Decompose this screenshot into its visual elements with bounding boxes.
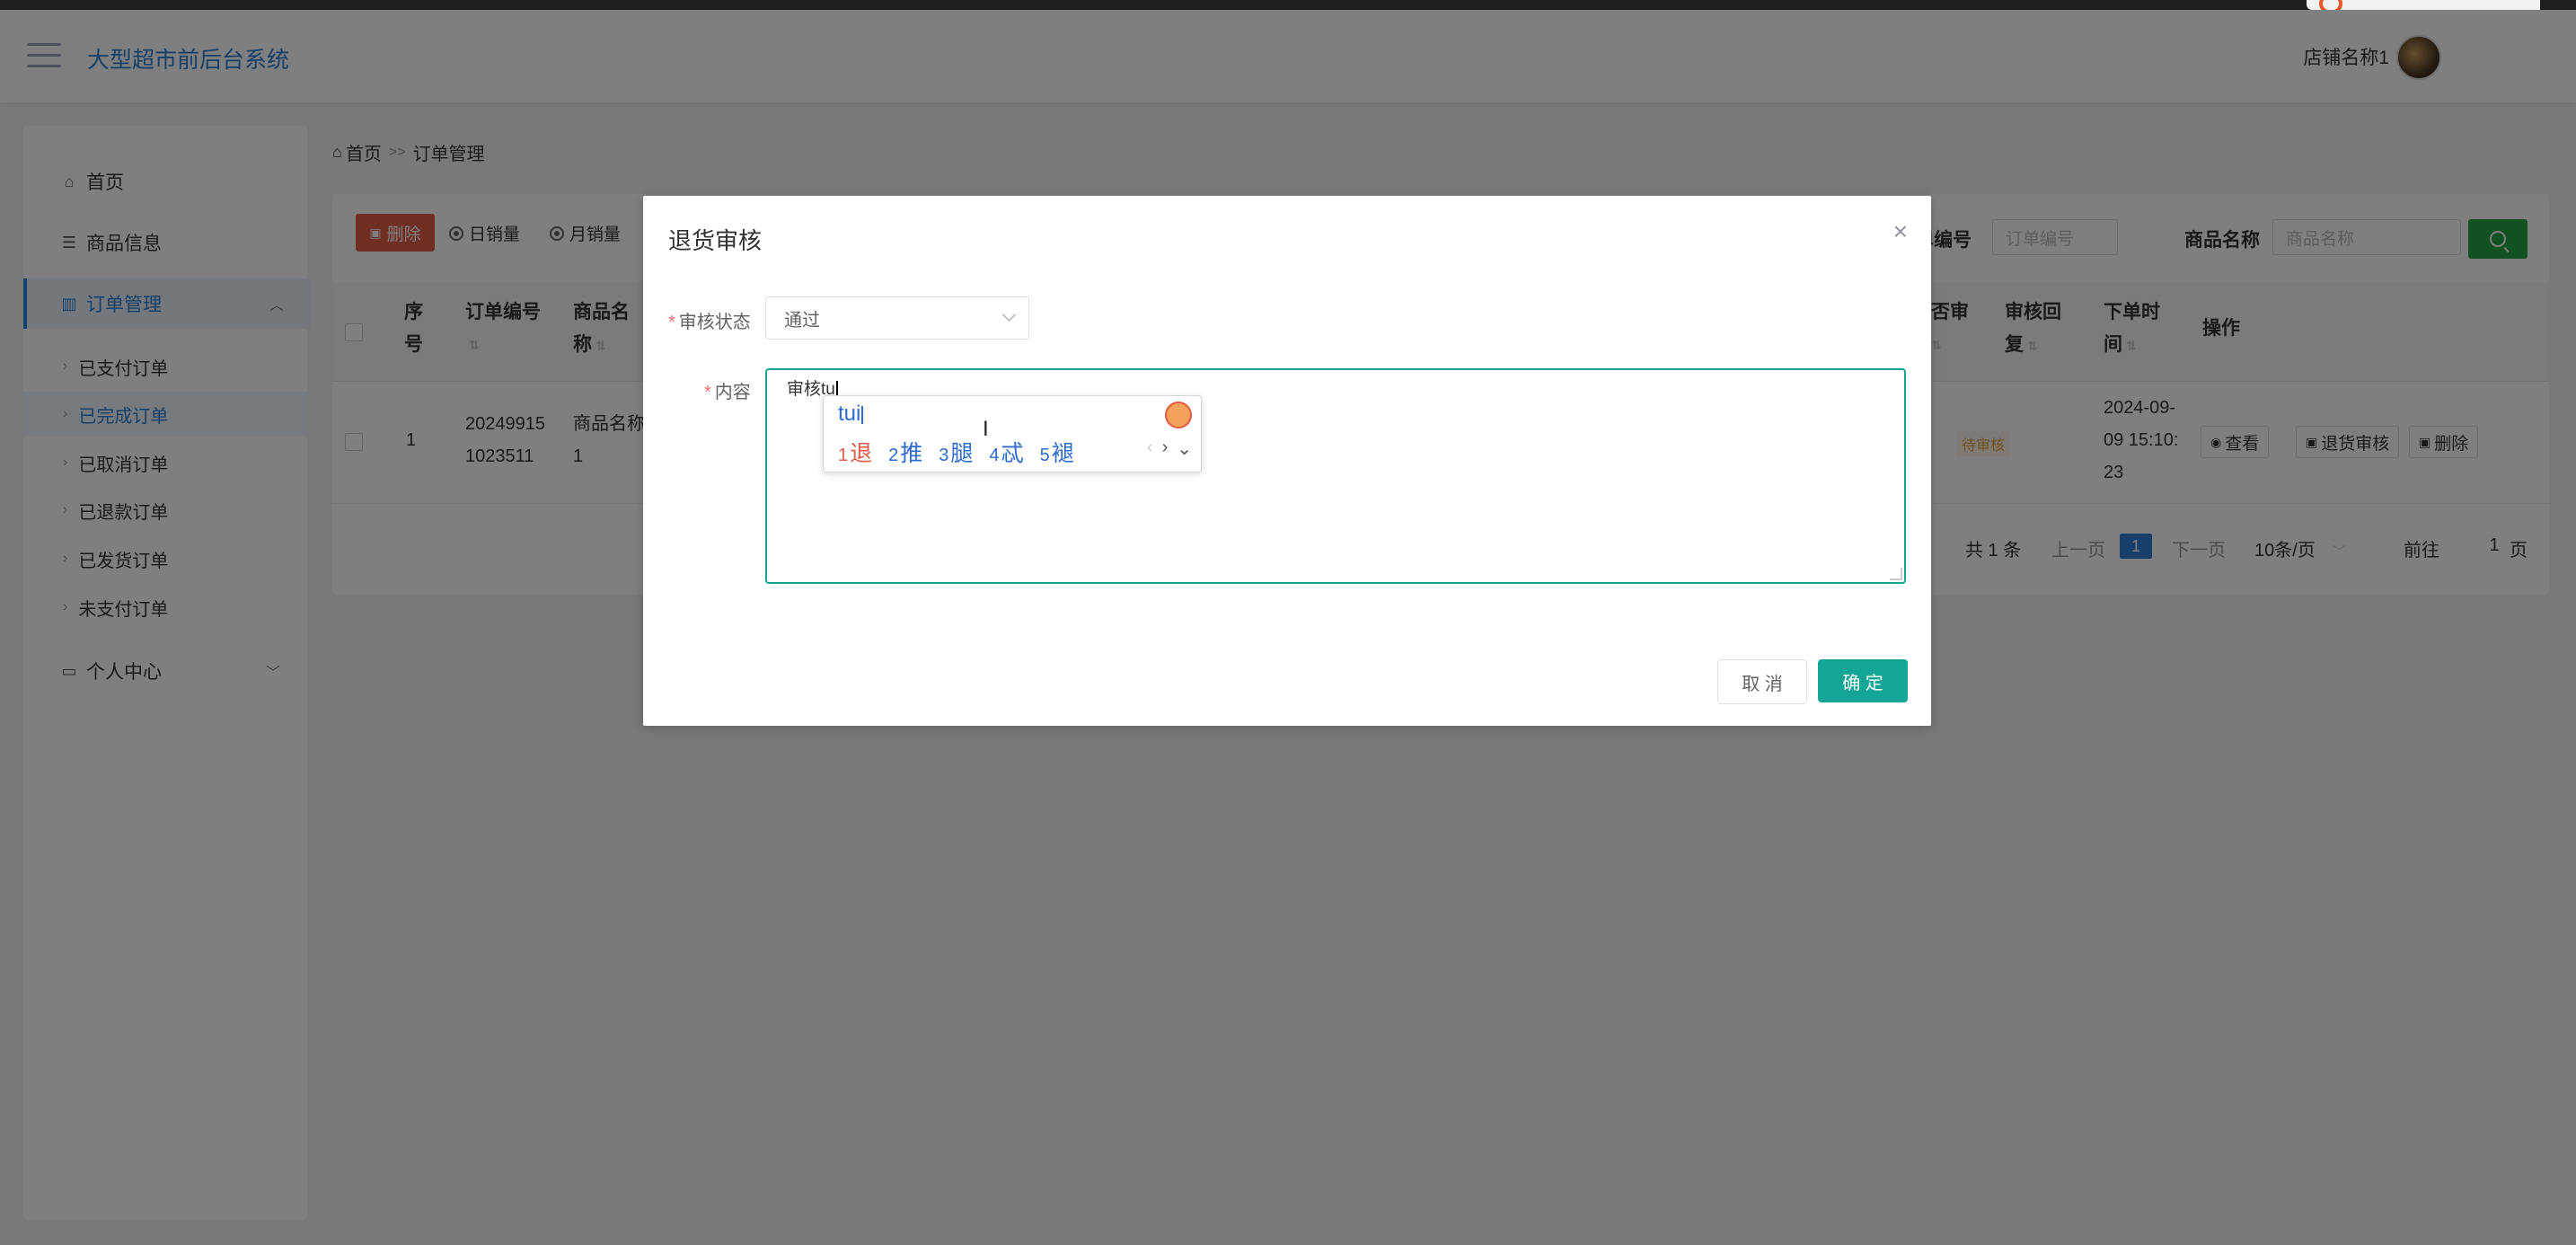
ime-candidate[interactable]: 4忒 <box>989 436 1023 468</box>
status-field-label: * 审核状态 <box>668 307 751 333</box>
cancel-button[interactable]: 取 消 <box>1717 659 1807 704</box>
ime-pinyin: tui <box>838 402 864 427</box>
candidate-char: 推 <box>900 441 923 466</box>
candidate-number: 5 <box>1039 446 1050 465</box>
candidate-number: 1 <box>838 446 849 465</box>
ime-candidate-popup: tui 1退 2推 3腿 4忒 5褪 ‹ › ⌄ <box>823 395 1202 472</box>
required-mark: * <box>704 383 711 402</box>
candidate-number: 2 <box>888 446 899 465</box>
ime-candidates: 1退 2推 3腿 4忒 5褪 <box>838 436 1074 468</box>
ime-candidate[interactable]: 2推 <box>888 436 922 468</box>
next-page-icon[interactable]: › <box>1162 437 1169 460</box>
candidate-number: 3 <box>939 446 949 465</box>
ime-nav: ‹ › ⌄ <box>1147 437 1192 460</box>
content-field-label: * 内容 <box>704 377 751 403</box>
candidate-char: 褪 <box>1051 441 1074 466</box>
ime-caret <box>861 405 864 424</box>
chevron-down-icon <box>1001 307 1017 322</box>
dialog-title: 退货审核 <box>668 227 763 254</box>
required-mark: * <box>668 313 675 332</box>
ime-logo-icon[interactable] <box>1165 402 1192 428</box>
review-status-value: 通过 <box>784 310 820 331</box>
close-icon[interactable]: × <box>1893 217 1908 246</box>
status-label-text: 审核状态 <box>678 313 751 332</box>
candidate-number: 4 <box>989 446 1000 465</box>
review-status-select[interactable]: 通过 <box>765 296 1029 340</box>
expand-icon[interactable]: ⌄ <box>1177 437 1192 460</box>
ime-candidate[interactable]: 3腿 <box>939 436 973 468</box>
ime-pinyin-text: tui <box>838 402 861 426</box>
resize-handle[interactable] <box>1890 568 1902 580</box>
confirm-button[interactable]: 确 定 <box>1818 659 1908 702</box>
recording-logo <box>2307 0 2540 14</box>
text-cursor-icon: I <box>983 417 989 441</box>
top-strip <box>0 0 2576 14</box>
candidate-char: 忒 <box>1001 441 1024 466</box>
ime-candidate[interactable]: 1退 <box>838 436 872 468</box>
prev-page-icon[interactable]: ‹ <box>1147 437 1153 460</box>
ime-candidate[interactable]: 5褪 <box>1040 436 1074 468</box>
content-label-text: 内容 <box>714 383 751 402</box>
candidate-char: 退 <box>850 441 873 466</box>
candidate-char: 腿 <box>950 441 974 466</box>
